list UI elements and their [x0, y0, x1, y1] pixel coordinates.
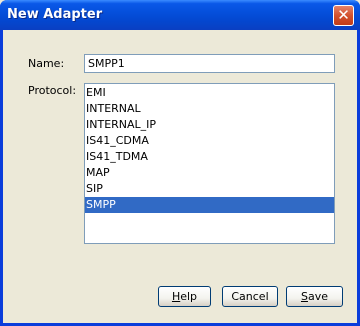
new-adapter-dialog: New Adapter ✕ Name: SMPP1 Protocol: EMI …: [0, 0, 360, 326]
help-button[interactable]: Help: [158, 286, 211, 307]
close-button[interactable]: ✕: [333, 5, 354, 26]
protocol-item-smpp[interactable]: SMPP: [85, 197, 334, 213]
protocol-item-internal-ip[interactable]: INTERNAL_IP: [85, 117, 334, 133]
protocol-list[interactable]: EMI INTERNAL INTERNAL_IP IS41_CDMA IS41_…: [84, 83, 335, 244]
cancel-button[interactable]: Cancel: [222, 286, 278, 307]
name-label: Name:: [28, 57, 65, 70]
protocol-item-sip[interactable]: SIP: [85, 181, 334, 197]
protocol-item-map[interactable]: MAP: [85, 165, 334, 181]
title-bar[interactable]: New Adapter ✕: [0, 0, 360, 30]
protocol-label: Protocol:: [28, 84, 77, 97]
protocol-item-emi[interactable]: EMI: [85, 85, 334, 101]
close-icon: ✕: [337, 6, 350, 24]
dialog-title: New Adapter: [7, 7, 103, 22]
name-field[interactable]: SMPP1: [84, 54, 335, 73]
protocol-item-is41-cdma[interactable]: IS41_CDMA: [85, 133, 334, 149]
protocol-item-is41-tdma[interactable]: IS41_TDMA: [85, 149, 334, 165]
save-button[interactable]: Save: [286, 286, 343, 307]
protocol-item-internal[interactable]: INTERNAL: [85, 101, 334, 117]
